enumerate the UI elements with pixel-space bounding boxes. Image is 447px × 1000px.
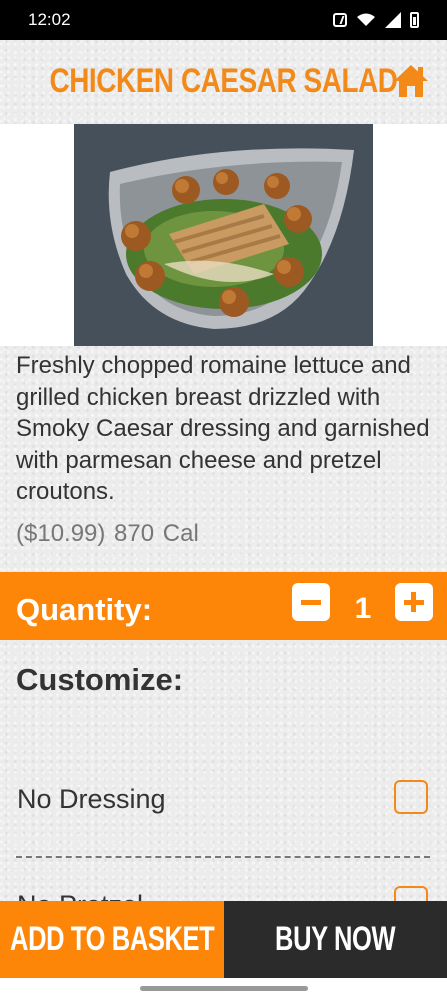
buy-now-label: BUY NOW <box>275 920 396 958</box>
decrease-quantity-button[interactable] <box>292 583 330 621</box>
salad-photo <box>74 124 373 346</box>
quantity-bar: Quantity: 1 <box>0 572 447 640</box>
home-gesture-handle[interactable] <box>140 986 308 991</box>
increase-quantity-button[interactable] <box>395 583 433 621</box>
gesture-nav-area <box>0 978 447 1000</box>
customize-heading: Customize: <box>16 662 184 697</box>
add-to-basket-button[interactable]: ADD TO BASKET <box>0 901 224 978</box>
product-image-area <box>0 124 447 346</box>
price-calories: ($10.99) 870 Cal <box>16 520 199 547</box>
status-icons <box>333 12 419 28</box>
item-description: Freshly chopped romaine lettuce and gril… <box>16 352 430 505</box>
action-bar: ADD TO BASKET BUY NOW <box>0 901 447 978</box>
option-label: No Dressing <box>17 784 166 814</box>
status-time: 12:02 <box>28 10 71 29</box>
home-icon[interactable] <box>392 62 430 100</box>
page-title: CHICKEN CAESAR SALAD <box>49 62 398 100</box>
buy-now-button[interactable]: BUY NOW <box>224 901 447 978</box>
add-to-basket-label: ADD TO BASKET <box>9 920 215 958</box>
battery-icon <box>410 12 419 28</box>
quantity-label: Quantity: <box>16 592 153 627</box>
minus-icon <box>301 600 321 605</box>
divider <box>16 856 430 858</box>
wifi-icon <box>357 13 375 26</box>
option-checkbox[interactable] <box>394 780 428 814</box>
header: CHICKEN CAESAR SALAD <box>0 40 447 124</box>
signal-icon <box>385 12 401 28</box>
status-bar: 12:02 <box>0 0 447 40</box>
quantity-value: 1 <box>354 592 372 625</box>
nfc-icon <box>333 13 347 27</box>
option-row[interactable]: No Dressing <box>0 760 447 860</box>
